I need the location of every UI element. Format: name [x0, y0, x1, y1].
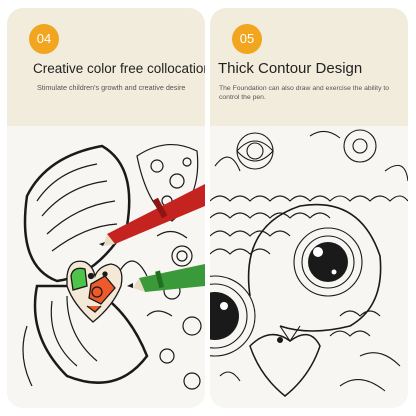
- owl-illustration-icon: [210, 126, 408, 408]
- feature-description: Stimulate children's growth and creative…: [37, 83, 186, 92]
- owl-coloring-image: [210, 126, 408, 408]
- feature-description: The Foundation can also draw and exercis…: [219, 85, 390, 101]
- feature-card-05: 05 Thick Contour Design The Foundation c…: [210, 8, 408, 408]
- feature-card-04: 04 Creative color free collocation Stimu…: [7, 8, 205, 408]
- number-badge: 04: [29, 24, 59, 54]
- butterfly-illustration-icon: [7, 126, 205, 408]
- feature-title: Thick Contour Design: [218, 60, 363, 77]
- number-badge: 05: [232, 24, 262, 54]
- feature-title: Creative color free collocation: [33, 61, 205, 76]
- butterfly-coloring-image: [7, 126, 205, 408]
